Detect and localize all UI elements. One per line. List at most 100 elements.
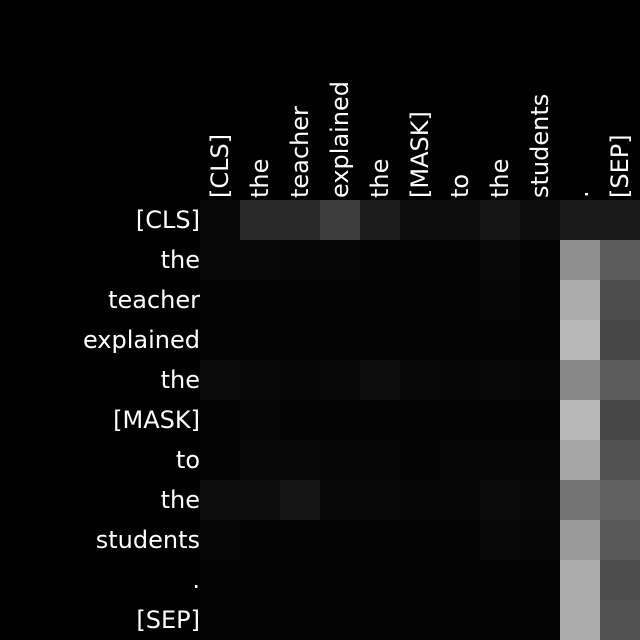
heatmap-cell [200, 240, 241, 281]
heatmap-cell [440, 600, 481, 640]
y-tick-label: the [161, 246, 200, 274]
heatmap-cell [360, 600, 401, 640]
heatmap-cell [360, 240, 401, 281]
x-tick-label: [MASK] [406, 111, 434, 198]
heatmap-cell [480, 440, 521, 481]
heatmap-cell [440, 560, 481, 601]
heatmap-cell [200, 560, 241, 601]
heatmap-cell [320, 560, 361, 601]
heatmap-cell [320, 480, 361, 521]
y-tick-label: to [176, 446, 200, 474]
attention-heatmap: [CLS] the teacher explained the [MASK] to the st… [83, 81, 640, 640]
heatmap-cell [480, 360, 521, 401]
heatmap-cell [360, 520, 401, 561]
heatmap-cell [520, 560, 561, 601]
heatmap-cell [440, 200, 481, 241]
heatmap-cell [320, 520, 361, 561]
heatmap-cell [440, 320, 481, 361]
heatmap-cell [400, 560, 441, 601]
heatmap-cell [320, 200, 361, 241]
heatmap-cell [280, 360, 321, 401]
heatmap-cell [320, 600, 361, 640]
heatmap-cell [520, 280, 561, 321]
heatmap-cell [440, 520, 481, 561]
heatmap-cell [520, 320, 561, 361]
heatmap-cell [280, 320, 321, 361]
heatmap-cell [600, 600, 640, 640]
heatmap-cell [480, 320, 521, 361]
heatmap-cell [280, 480, 321, 521]
heatmap-cell [520, 520, 561, 561]
y-tick-label: [MASK] [113, 406, 200, 434]
heatmap-cell [360, 360, 401, 401]
heatmap-cell [240, 600, 281, 640]
heatmap-cell [520, 480, 561, 521]
heatmap-cell [400, 440, 441, 481]
heatmap-cell [600, 280, 640, 321]
heatmap-cell [360, 480, 401, 521]
heatmap-cell [440, 360, 481, 401]
heatmap-cell [240, 360, 281, 401]
x-tick-labels: [CLS] the teacher explained the [MASK] to the st… [206, 81, 634, 198]
heatmap-cell [200, 440, 241, 481]
heatmap-cell [520, 360, 561, 401]
x-tick-label: . [566, 190, 594, 198]
x-tick-label: to [446, 174, 474, 198]
heatmap-cell [400, 480, 441, 521]
y-tick-labels: [CLS] the teacher explained the [MASK] to the st… [83, 206, 200, 634]
heatmap-cell [400, 400, 441, 441]
heatmap-cell [200, 520, 241, 561]
heatmap-cell [400, 520, 441, 561]
heatmap-cell [520, 440, 561, 481]
heatmap-cell [320, 400, 361, 441]
heatmap-cell [560, 480, 601, 521]
heatmap-cell [320, 440, 361, 481]
y-tick-label: [CLS] [136, 206, 200, 234]
heatmap-cell [600, 520, 640, 561]
heatmap-cell [280, 240, 321, 281]
heatmap-cell [280, 600, 321, 640]
heatmap-cell [320, 280, 361, 321]
x-tick-label: the [366, 159, 394, 198]
heatmap-cell [200, 320, 241, 361]
heatmap-cell [240, 560, 281, 601]
heatmap-cell [320, 320, 361, 361]
heatmap-cell [240, 520, 281, 561]
heatmap-cell [240, 240, 281, 281]
heatmap-cell [440, 280, 481, 321]
y-tick-label: the [161, 486, 200, 514]
heatmap-cell [360, 560, 401, 601]
heatmap-cell [520, 200, 561, 241]
heatmap-cell [560, 240, 601, 281]
heatmap-cell [240, 440, 281, 481]
heatmap-cell [560, 600, 601, 640]
heatmap-cell [560, 200, 601, 241]
heatmap-cell [320, 240, 361, 281]
heatmap-cell [240, 400, 281, 441]
y-tick-label: students [96, 526, 200, 554]
heatmap-cell [440, 480, 481, 521]
heatmap-cell [240, 480, 281, 521]
heatmap-cell [440, 240, 481, 281]
heatmap-cell [360, 200, 401, 241]
heatmap-cell [480, 560, 521, 601]
x-tick-label: the [246, 159, 274, 198]
heatmap-cell [360, 320, 401, 361]
heatmap-cell [200, 600, 241, 640]
heatmap-cell [600, 440, 640, 481]
heatmap-cell [440, 440, 481, 481]
heatmap-cell [520, 240, 561, 281]
heatmap-cell [280, 560, 321, 601]
heatmap-cell [480, 280, 521, 321]
heatmap-cell [320, 360, 361, 401]
heatmap-cell [200, 360, 241, 401]
heatmap-cell [440, 400, 481, 441]
heatmap-cell [400, 200, 441, 241]
heatmap-cell [600, 240, 640, 281]
heatmap-cell [400, 280, 441, 321]
heatmap-cell [560, 560, 601, 601]
heatmap-cell [200, 200, 241, 241]
heatmap-cell [560, 440, 601, 481]
heatmap-cell [560, 400, 601, 441]
heatmap-cell [600, 480, 640, 521]
